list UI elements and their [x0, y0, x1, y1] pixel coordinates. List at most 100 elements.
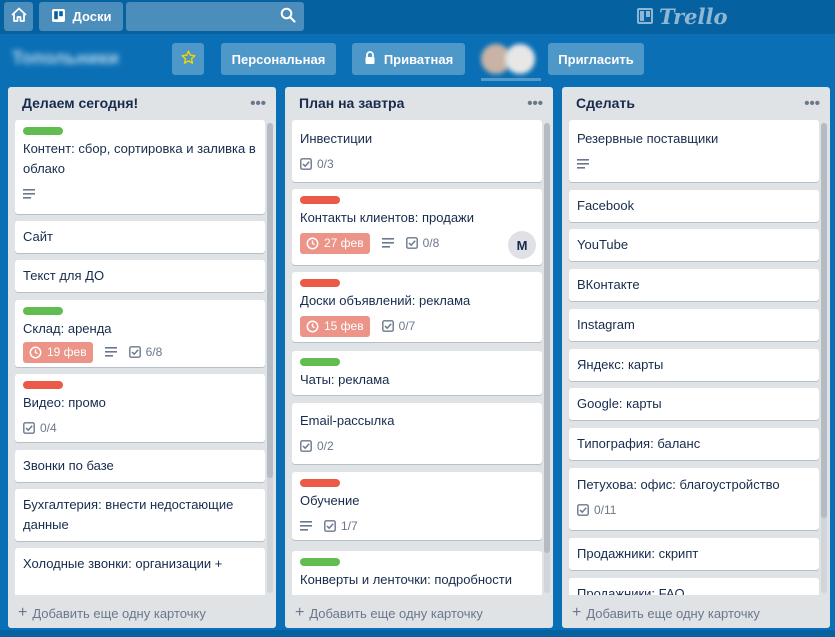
card-title: Доски объявлений: реклама [300, 293, 471, 308]
member-avatar[interactable]: M [508, 231, 536, 259]
card-title: Google: карты [577, 396, 662, 411]
list-today: Делаем сегодня! ••• Контент: сбор, сорти… [8, 87, 276, 628]
clock-icon [306, 320, 319, 332]
personal-team-button[interactable]: Персональная [221, 43, 336, 75]
board-members[interactable] [481, 44, 541, 74]
clock-icon [306, 237, 319, 249]
card-badges: 1/7 [300, 515, 534, 537]
search-input[interactable] [126, 2, 304, 31]
card-title: Контент: сбор, сортировка и заливка в об… [23, 141, 256, 176]
star-button[interactable] [172, 43, 204, 75]
list-card[interactable]: Холодные звонки: организации + [15, 548, 265, 595]
invite-button[interactable]: Пригласить [548, 43, 644, 75]
list-card[interactable]: Видео: промо 0/4 [15, 374, 265, 442]
checklist-icon [300, 440, 312, 452]
trello-logo[interactable]: Trello [637, 3, 728, 29]
invite-label: Пригласить [558, 51, 634, 67]
list-card[interactable]: Звонки по базе [15, 450, 265, 482]
card-badges: 27 фев 0/8 [300, 232, 534, 254]
checklist-badge: 0/11 [577, 503, 616, 517]
description-icon [104, 347, 117, 357]
card-title: Холодные звонки: организации + [23, 556, 223, 571]
add-card-button[interactable]: + Добавить еще одну карточку [8, 598, 276, 628]
card-title: Текст для ДО [23, 268, 105, 283]
list-card[interactable]: Склад: аренда 19 фев 6/8 [15, 300, 265, 367]
list-card[interactable]: Контент: сбор, сортировка и заливка в об… [15, 120, 265, 214]
list-menu-icon[interactable]: ••• [250, 95, 266, 112]
list-scrollbar[interactable] [544, 123, 550, 593]
boards-button[interactable]: Доски [39, 2, 123, 31]
card-title: Звонки по базе [23, 458, 114, 473]
list-title[interactable]: Сделать [576, 95, 804, 111]
description-icon [23, 189, 35, 199]
board-scrollbar[interactable] [0, 630, 835, 637]
trello-logo-icon [637, 8, 653, 24]
list-card[interactable]: Контакты клиентов: продажи 27 фев 0/8 M [292, 189, 542, 265]
lock-icon [364, 50, 376, 68]
scrollbar-thumb[interactable] [821, 123, 827, 518]
plus-icon: + [295, 604, 305, 621]
scrollbar-thumb[interactable] [267, 123, 273, 478]
add-card-button[interactable]: + Добавить еще одну карточку [285, 598, 553, 628]
description-icon [577, 159, 589, 169]
list-card[interactable]: Типография: баланс [569, 428, 819, 460]
scrollbar-thumb[interactable] [544, 123, 550, 553]
list-card[interactable]: Доски объявлений: реклама 15 фев 0/7 [292, 272, 542, 342]
card-badges: 0/4 [23, 417, 257, 439]
card-title: Instagram [577, 317, 635, 332]
card-title: Резервные поставщики [577, 131, 719, 146]
list-card[interactable]: Instagram [569, 309, 819, 341]
list-card[interactable]: Сайт [15, 221, 265, 253]
checklist-badge: 0/2 [300, 439, 334, 453]
list-card[interactable]: Обучение 1/7 [292, 472, 542, 540]
list-card[interactable]: Email-рассылка 0/2 [292, 403, 542, 464]
card-title: Продажники: FAQ [577, 586, 685, 595]
add-card-label: Добавить еще одну карточку [586, 605, 760, 621]
card-badges [577, 153, 811, 175]
due-date-badge[interactable]: 27 фев [300, 232, 370, 254]
list-card[interactable]: Продажники: скрипт [569, 538, 819, 570]
due-date-badge[interactable]: 19 фев [23, 341, 93, 363]
list-card[interactable]: YouTube [569, 229, 819, 261]
list-card[interactable]: Яндекс: карты [569, 349, 819, 381]
list-title[interactable]: Делаем сегодня! [22, 95, 250, 111]
list-card[interactable]: Чаты: реклама [292, 351, 542, 395]
due-date-badge[interactable]: 15 фев [300, 315, 370, 337]
card-label-red [23, 381, 63, 389]
list-title[interactable]: План на завтра [299, 95, 527, 111]
logo-text: Trello [659, 3, 728, 29]
list-card[interactable]: Google: карты [569, 388, 819, 420]
card-label-green [300, 558, 340, 566]
board-title[interactable]: Топольники [12, 48, 142, 72]
card-title: Чаты: реклама [300, 372, 390, 387]
add-card-label: Добавить еще одну карточку [32, 605, 206, 621]
checklist-badge: 0/8 [405, 236, 439, 250]
list-scrollbar[interactable] [267, 123, 273, 593]
card-container: Инвестиции 0/3 Контакты клиентов: продаж… [292, 120, 546, 595]
list-menu-icon[interactable]: ••• [527, 95, 543, 112]
list-card[interactable]: Текст для ДО [15, 260, 265, 292]
checklist-icon [405, 237, 418, 249]
list-menu-icon[interactable]: ••• [804, 95, 820, 112]
add-card-button[interactable]: + Добавить еще одну карточку [562, 598, 830, 628]
description-icon [381, 238, 394, 248]
list-card[interactable]: Бухгалтерия: внести недостающие данные [15, 489, 265, 541]
list-scrollbar[interactable] [821, 123, 827, 593]
list-card[interactable]: Петухова: офис: благоустройство 0/11 [569, 468, 819, 530]
top-header: Доски Trello [0, 0, 835, 34]
list-card[interactable]: Продажники: FAQ [569, 578, 819, 595]
boards-label: Доски [72, 9, 112, 24]
list-card[interactable]: ВКонтакте [569, 269, 819, 301]
card-title: Инвестиции [300, 131, 373, 146]
list-card[interactable]: Конверты и ленточки: подробности [292, 551, 542, 595]
visibility-button[interactable]: Приватная [352, 43, 465, 75]
clock-icon [29, 346, 42, 358]
list-card[interactable]: Резервные поставщики [569, 120, 819, 182]
list-card[interactable]: Инвестиции 0/3 [292, 120, 542, 182]
list-card[interactable]: Facebook [569, 190, 819, 222]
search-icon [280, 7, 296, 26]
add-card-label: Добавить еще одну карточку [309, 605, 483, 621]
home-button[interactable] [4, 2, 33, 31]
avatar[interactable] [505, 44, 535, 74]
card-label-green [300, 358, 340, 366]
